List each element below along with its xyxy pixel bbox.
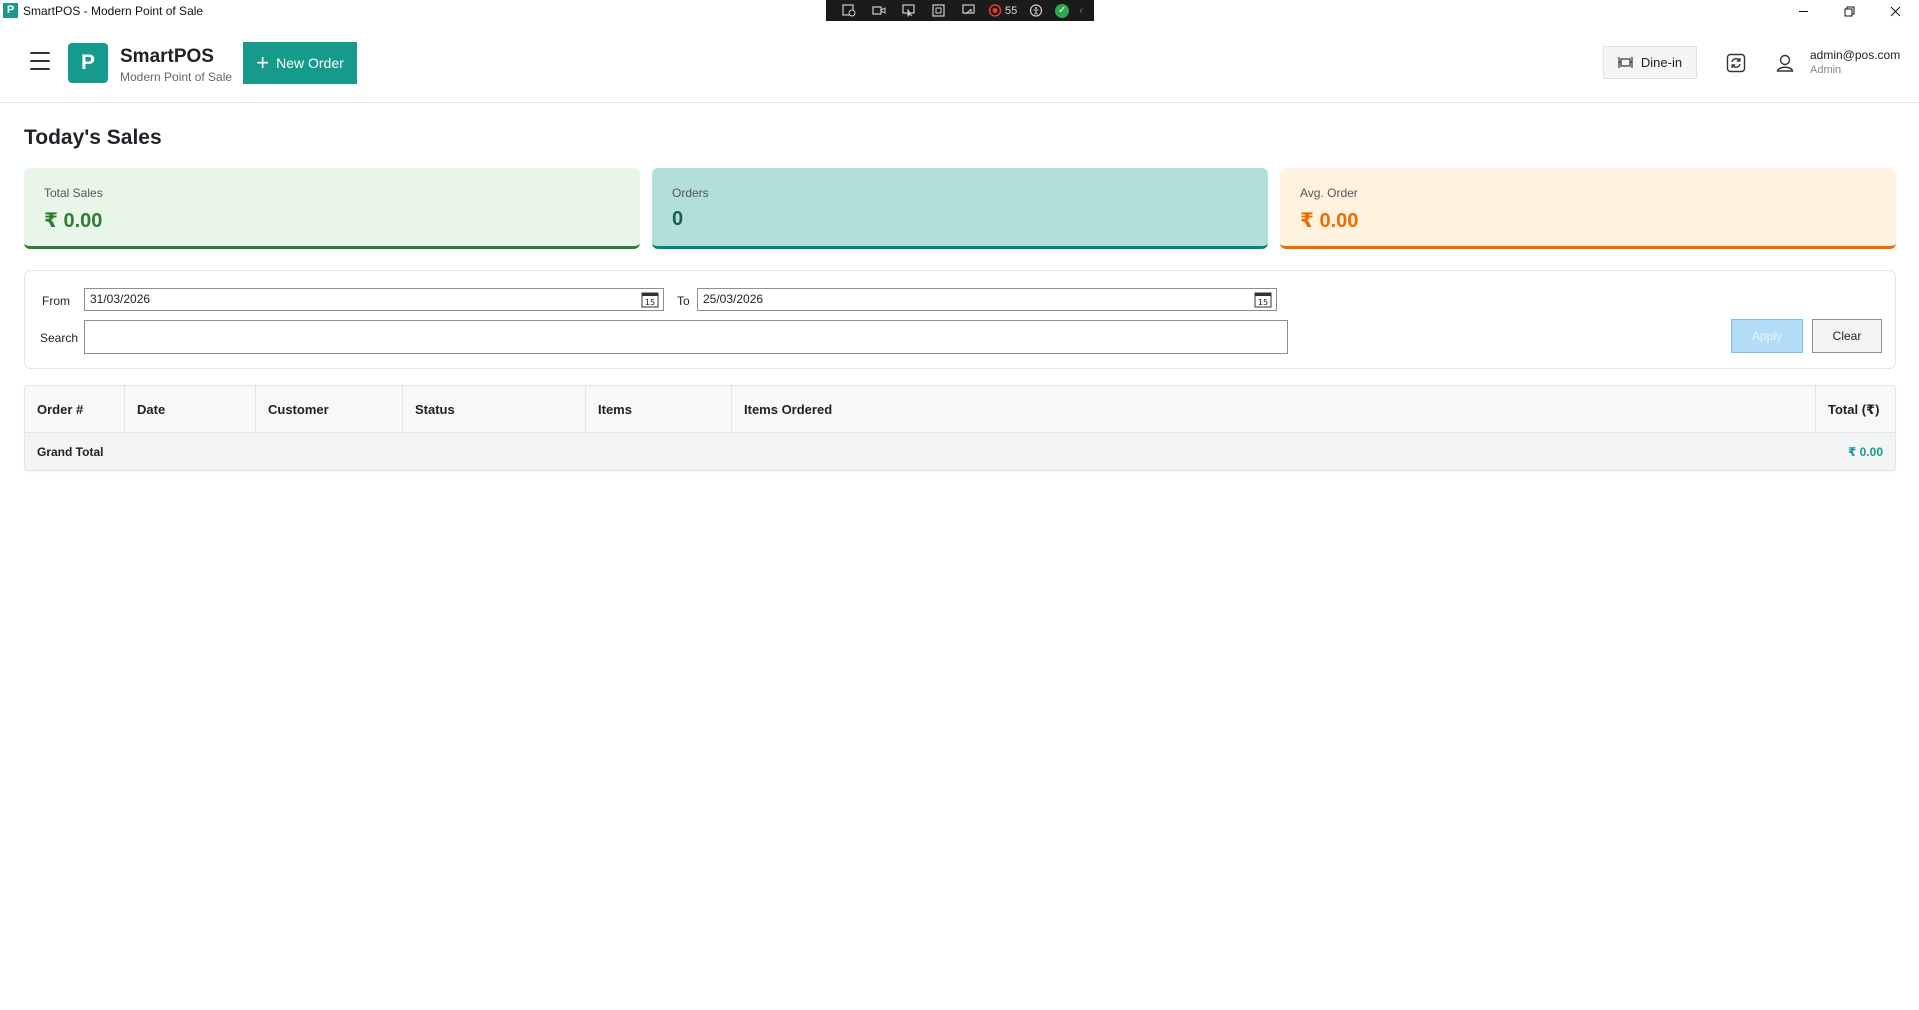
apply-button[interactable]: Apply	[1731, 319, 1803, 353]
column-header-items-ordered[interactable]: Items Ordered	[732, 386, 1816, 433]
grand-total-row: Grand Total ₹ 0.00	[25, 433, 1895, 470]
new-order-label: New Order	[276, 55, 344, 71]
app-icon: P	[3, 3, 18, 18]
card-value: ₹ 0.00	[1300, 210, 1359, 232]
chevron-left-icon[interactable]: ‹	[1079, 5, 1083, 17]
user-email: admin@pos.com	[1810, 48, 1901, 62]
from-date-value: 31/03/2026	[90, 292, 151, 306]
brand-logo: P	[68, 43, 108, 83]
plus-icon: +	[256, 50, 270, 75]
card-value: ₹ 0.00	[44, 210, 103, 232]
from-label: From	[42, 294, 70, 308]
app-header: P SmartPOS Modern Point of Sale + New Or…	[0, 22, 1919, 103]
close-icon	[1890, 6, 1900, 16]
grand-total-label: Grand Total	[37, 445, 104, 459]
total-sales-card: Total Sales ₹ 0.00	[24, 168, 640, 249]
column-header-items[interactable]: Items	[586, 386, 732, 433]
search-input[interactable]	[84, 320, 1288, 354]
grand-total-value: ₹ 0.00	[1847, 445, 1883, 459]
clear-button[interactable]: Clear	[1812, 319, 1882, 353]
recorder-counter: 55	[1005, 4, 1018, 17]
search-label: Search	[40, 331, 79, 345]
restore-icon	[1844, 6, 1854, 16]
window-capture-icon[interactable]	[928, 4, 950, 18]
card-label: Avg. Order	[1300, 186, 1358, 200]
column-header-customer[interactable]: Customer	[256, 386, 403, 433]
dine-in-label: Dine-in	[1640, 55, 1683, 70]
svg-text:15: 15	[1258, 298, 1268, 307]
user-role: Admin	[1810, 64, 1842, 76]
filter-panel: From 31/03/2026 15 To 25/03/2026 15 Sear…	[24, 270, 1896, 369]
to-date-value: 25/03/2026	[703, 292, 764, 306]
column-header-total[interactable]: Total (₹)	[1816, 386, 1895, 433]
region-capture-icon[interactable]	[958, 4, 980, 18]
window-title: SmartPOS - Modern Point of Sale	[23, 4, 204, 18]
orders-table: Order # Date Customer Status Items Items…	[24, 385, 1896, 471]
brand-subtitle: Modern Point of Sale	[120, 70, 233, 84]
page-title: Today's Sales	[24, 126, 162, 149]
minimize-icon	[1798, 10, 1808, 12]
calendar-icon[interactable]: 15	[641, 291, 659, 308]
hamburger-menu-icon[interactable]	[30, 52, 50, 70]
restore-button[interactable]	[1826, 0, 1872, 22]
check-icon: ✓	[1055, 3, 1070, 18]
from-date-picker[interactable]: 31/03/2026 15	[84, 288, 664, 311]
window-titlebar: P SmartPOS - Modern Point of Sale 55 ✓ ‹	[0, 0, 1919, 22]
to-date-picker[interactable]: 25/03/2026 15	[697, 288, 1277, 311]
pointer-icon[interactable]	[898, 4, 920, 18]
user-avatar-icon[interactable]	[1775, 53, 1795, 73]
card-value: 0	[672, 208, 684, 230]
table-icon	[1618, 57, 1633, 68]
avg-order-card: Avg. Order ₹ 0.00	[1280, 168, 1896, 249]
brand-name: SmartPOS	[120, 46, 214, 67]
screen-recorder-toolbar: 55 ✓ ‹	[826, 0, 1094, 21]
record-icon[interactable]	[988, 4, 1002, 18]
card-label: Total Sales	[44, 186, 103, 200]
new-order-button[interactable]: + New Order	[243, 42, 357, 84]
svg-text:15: 15	[645, 298, 655, 307]
minimize-button[interactable]	[1780, 0, 1826, 22]
column-header-status[interactable]: Status	[403, 386, 586, 433]
refresh-icon[interactable]	[1726, 53, 1746, 73]
column-header-order-number[interactable]: Order #	[25, 386, 125, 433]
orders-card: Orders 0	[652, 168, 1268, 249]
close-button[interactable]	[1872, 0, 1918, 22]
record-settings-icon[interactable]	[838, 4, 860, 18]
card-label: Orders	[672, 186, 709, 200]
column-header-date[interactable]: Date	[125, 386, 256, 433]
to-label: To	[677, 294, 690, 308]
table-header: Order # Date Customer Status Items Items…	[25, 386, 1895, 433]
dine-in-button[interactable]: Dine-in	[1603, 46, 1697, 79]
calendar-icon[interactable]: 15	[1254, 291, 1272, 308]
accessibility-icon[interactable]	[1025, 4, 1047, 18]
camera-icon[interactable]	[868, 4, 890, 18]
